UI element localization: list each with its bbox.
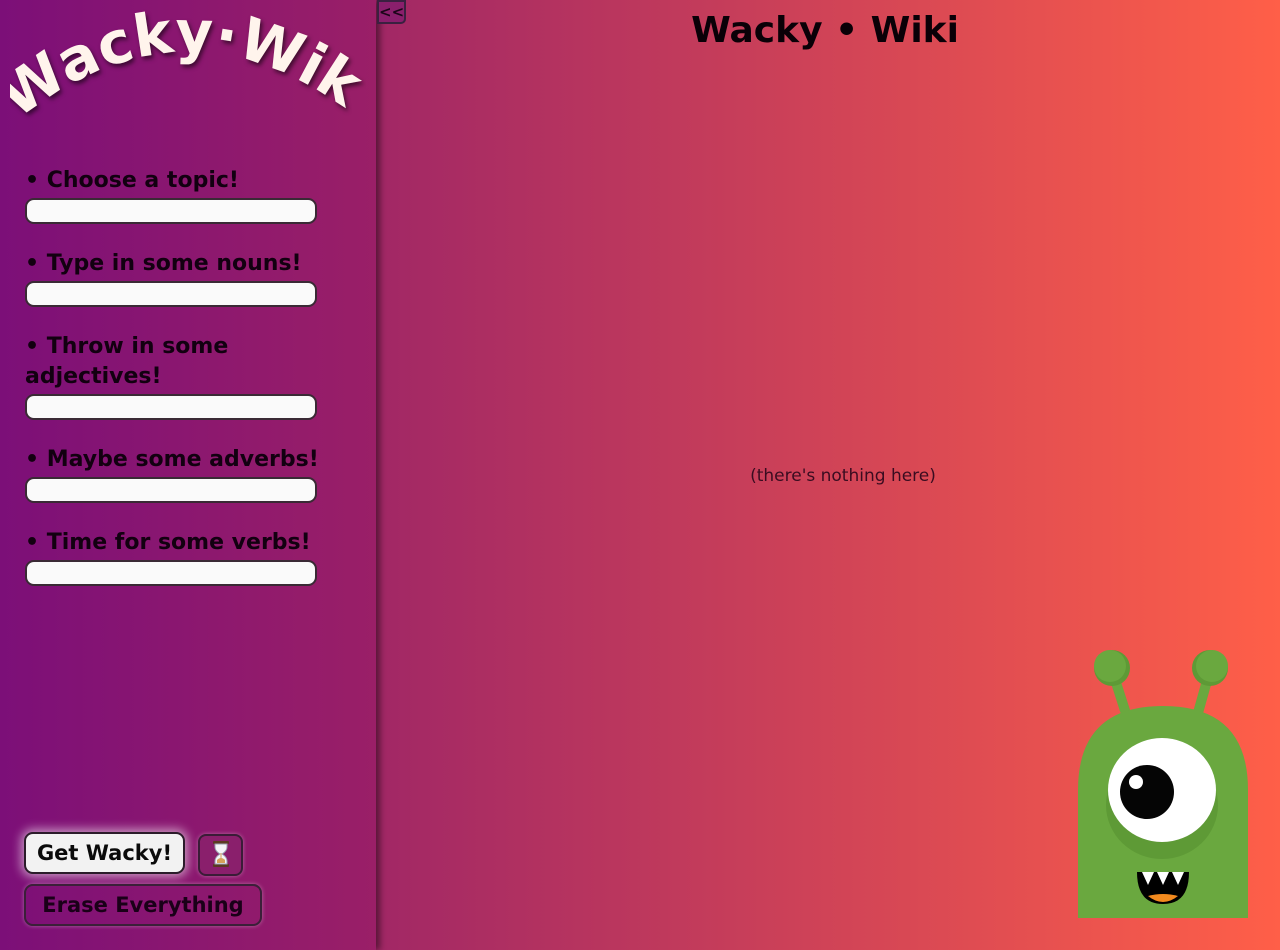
- antenna-left: [1094, 650, 1133, 725]
- adjectives-label: • Throw in some adjectives!: [25, 334, 229, 389]
- get-wacky-button[interactable]: Get Wacky!: [24, 832, 185, 874]
- adverbs-input[interactable]: [25, 477, 317, 503]
- verbs-label: • Time for some verbs!: [25, 530, 311, 555]
- alien-monster-icon: [1078, 650, 1248, 918]
- empty-state-message: (there's nothing here): [750, 466, 936, 486]
- erase-everything-button[interactable]: Erase Everything: [24, 884, 262, 926]
- verbs-field-group: • Time for some verbs!: [25, 528, 325, 586]
- antenna-right: [1191, 650, 1228, 725]
- logo-text: Wacky·Wiki: [10, 0, 366, 131]
- topic-field-group: • Choose a topic!: [25, 166, 325, 224]
- topic-label: • Choose a topic!: [25, 168, 239, 193]
- hourglass-icon: [212, 840, 229, 867]
- page-title: Wacky • Wiki: [691, 10, 959, 51]
- verbs-input[interactable]: [25, 560, 317, 586]
- topic-input[interactable]: [25, 198, 317, 224]
- timer-button[interactable]: [198, 834, 243, 876]
- sidebar: Wacky·Wiki • Choose a topic! • Type in s…: [0, 0, 376, 950]
- nouns-input[interactable]: [25, 281, 317, 307]
- logo: Wacky·Wiki: [10, 0, 366, 131]
- adjectives-input[interactable]: [25, 394, 317, 420]
- monster-eye: [1106, 738, 1218, 859]
- adverbs-label: • Maybe some adverbs!: [25, 447, 319, 472]
- adverbs-field-group: • Maybe some adverbs!: [25, 445, 325, 503]
- nouns-field-group: • Type in some nouns!: [25, 249, 325, 307]
- collapse-sidebar-button[interactable]: <<: [377, 0, 406, 24]
- nouns-label: • Type in some nouns!: [25, 251, 302, 276]
- adjectives-field-group: • Throw in some adjectives!: [25, 332, 325, 420]
